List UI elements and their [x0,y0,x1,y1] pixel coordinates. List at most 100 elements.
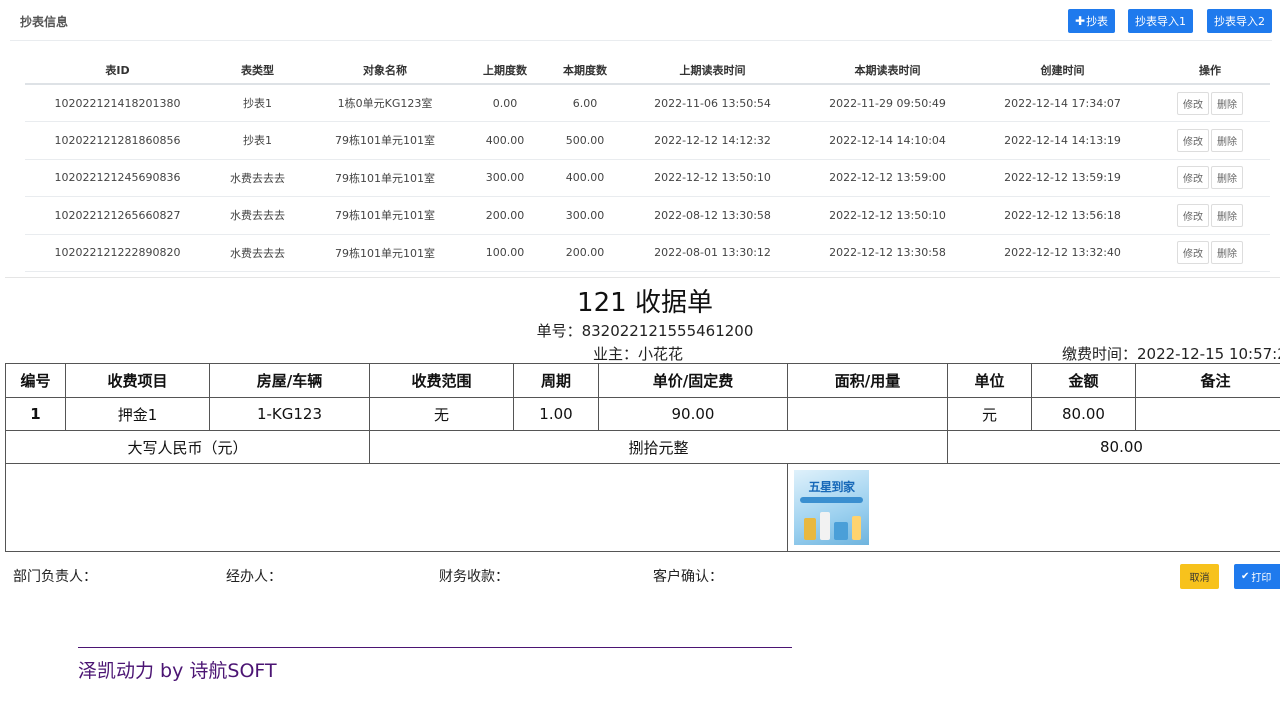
print-button[interactable]: ✔ 打印 [1234,564,1280,589]
stamp-product [852,516,861,540]
current-reading: 300.00 [545,196,625,235]
receipt-col-header: 金额 [1031,363,1136,398]
item-price: 90.00 [598,397,788,431]
col-header: 操作 [1150,56,1270,85]
receipt-title: 121 收据单 [577,288,713,318]
delete-button[interactable]: 删除 [1211,241,1243,265]
created-time: 2022-12-14 17:34:07 [975,84,1150,122]
receipt-header-row: 编号 收费项目 房屋/车辆 收费范围 周期 单价/固定费 面积/用量 单位 金额… [5,363,1280,398]
table-row: 102022121281860856 抄表1 79栋101单元101室 400.… [25,121,1270,160]
edit-button[interactable]: 修改 [1177,91,1209,115]
add-meter-label: 抄表 [1086,15,1109,28]
item-area [787,397,948,431]
edit-button[interactable]: 修改 [1177,166,1209,190]
edit-button[interactable]: 修改 [1177,128,1209,152]
cancel-button[interactable]: 取消 [1180,564,1219,589]
receipt-number: 单号：832022121555461200 [536,322,754,340]
object-name: 79栋101单元101室 [305,121,465,160]
last-read-time: 2022-08-01 13:30:12 [625,234,800,272]
object-name: 79栋101单元101室 [305,196,465,235]
import-meter-1-button[interactable]: 抄表导入1 [1128,9,1193,33]
meter-type: 水费去去去 [210,234,305,272]
created-time: 2022-12-12 13:56:18 [975,196,1150,235]
receipt-item-row: 1 押金1 1-KG123 无 1.00 90.00 元 80.00 [5,397,1280,431]
last-reading: 300.00 [465,159,545,197]
plus-icon: ✚ [1075,14,1086,28]
meter-type: 水费去去去 [210,196,305,235]
current-read-time: 2022-11-29 09:50:49 [800,84,975,122]
finance-signature: 财务收款： [439,569,509,585]
check-icon: ✔ [1241,571,1250,582]
current-read-time: 2022-12-12 13:59:00 [800,159,975,197]
customer-signature: 客户确认： [653,569,723,585]
meter-id: 102022121265660827 [25,196,210,235]
footer-credit: 泽凯动力 by 诗航SOFT [78,660,277,682]
last-reading: 0.00 [465,84,545,122]
receipt-table: 编号 收费项目 房屋/车辆 收费范围 周期 单价/固定费 面积/用量 单位 金额… [5,363,1280,552]
meter-id: 102022121222890820 [25,234,210,272]
last-reading: 400.00 [465,121,545,160]
item-remark [1135,397,1280,431]
delete-button[interactable]: 删除 [1211,203,1243,227]
meter-type: 抄表1 [210,121,305,160]
delete-button[interactable]: 删除 [1211,166,1243,190]
table-row: 102022121245690836 水费去去去 79栋101单元101室 30… [25,159,1270,197]
col-header: 创建时间 [975,56,1150,85]
receipt-col-header: 编号 [5,363,66,398]
receipt-col-header: 面积/用量 [787,363,948,398]
item-name: 押金1 [65,397,210,431]
item-unit: 元 [947,397,1032,431]
receipt-col-header: 单位 [947,363,1032,398]
object-name: 79栋101单元101室 [305,234,465,272]
item-range: 无 [369,397,514,431]
add-meter-button[interactable]: ✚ 抄表 [1068,9,1116,33]
item-house: 1-KG123 [209,397,370,431]
current-read-time: 2022-12-12 13:50:10 [800,196,975,235]
section-divider [5,277,1280,278]
row-actions: 修改 删除 [1150,196,1270,235]
edit-button[interactable]: 修改 [1177,241,1209,265]
total-amount: 80.00 [947,430,1280,464]
col-header: 上期度数 [465,56,545,85]
current-read-time: 2022-12-12 13:30:58 [800,234,975,272]
row-actions: 修改 删除 [1150,159,1270,197]
pay-time: 缴费时间：2022-12-15 10:57:24 [1062,345,1280,363]
created-time: 2022-12-14 14:13:19 [975,121,1150,160]
dept-head-signature: 部门负责人： [13,569,97,585]
object-name: 1栋0单元KG123室 [305,84,465,122]
receipt-col-header: 房屋/车辆 [209,363,370,398]
last-reading: 100.00 [465,234,545,272]
handler-signature: 经办人： [226,569,282,585]
current-reading: 500.00 [545,121,625,160]
receipt-col-header: 单价/固定费 [598,363,788,398]
capital-text: 捌拾元整 [369,430,948,464]
panel-title: 抄表信息 [20,15,69,29]
import-meter-2-button[interactable]: 抄表导入2 [1207,9,1272,33]
receipt-col-header: 收费范围 [369,363,514,398]
stamp-row [5,463,1280,552]
edit-button[interactable]: 修改 [1177,203,1209,227]
capital-label: 大写人民币（元） [5,430,370,464]
delete-button[interactable]: 删除 [1211,128,1243,152]
stamp-product [804,518,816,540]
table-row: 102022121418201380 抄表1 1栋0单元KG123室 0.00 … [25,84,1270,122]
meter-type: 抄表1 [210,84,305,122]
created-time: 2022-12-12 13:32:40 [975,234,1150,272]
meter-table-header: 表ID 表类型 对象名称 上期度数 本期度数 上期读表时间 本期读表时间 创建时… [25,56,1270,85]
table-row: 102022121222890820 水费去去去 79栋101单元101室 10… [25,234,1270,272]
last-read-time: 2022-12-12 13:50:10 [625,159,800,197]
current-reading: 400.00 [545,159,625,197]
col-header: 表ID [25,56,210,85]
current-read-time: 2022-12-14 14:10:04 [800,121,975,160]
item-period: 1.00 [513,397,599,431]
stamp-text: 五星到家 [808,480,855,494]
stamp-product [834,522,848,540]
meter-id: 102022121418201380 [25,84,210,122]
row-actions: 修改 删除 [1150,234,1270,272]
last-read-time: 2022-11-06 13:50:54 [625,84,800,122]
delete-button[interactable]: 删除 [1211,91,1243,115]
col-header: 上期读表时间 [625,56,800,85]
item-amount: 80.00 [1031,397,1136,431]
object-name: 79栋101单元101室 [305,159,465,197]
receipt-col-header: 备注 [1135,363,1280,398]
